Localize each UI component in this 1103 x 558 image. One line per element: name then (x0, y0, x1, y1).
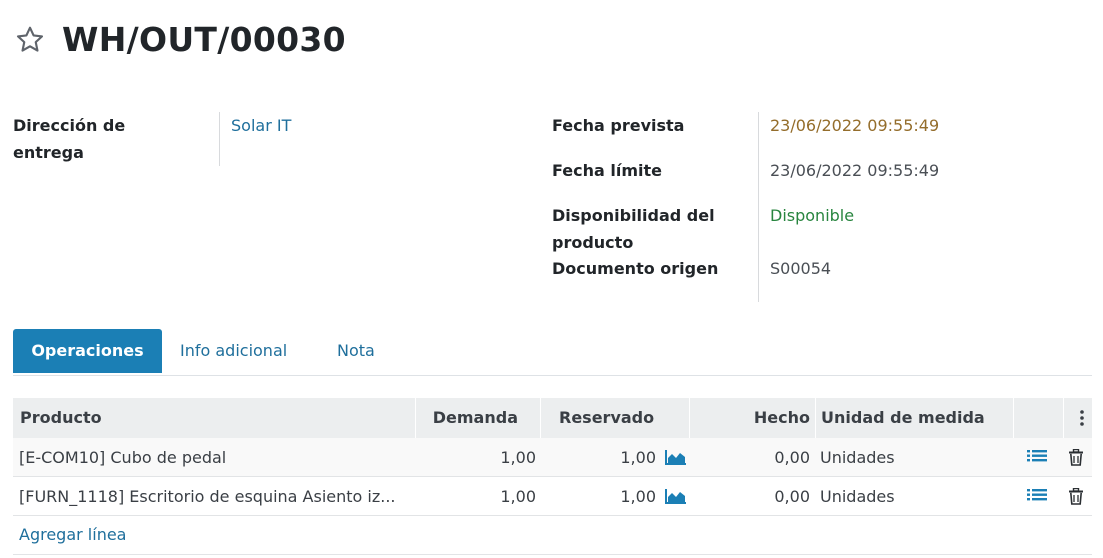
column-divider (1013, 398, 1014, 438)
demand-cell: 1,00 (500, 448, 536, 467)
column-divider (689, 398, 690, 438)
scheduled-date-value[interactable]: 23/06/2022 09:55:49 (770, 112, 939, 139)
delivery-address-link[interactable]: Solar IT (231, 112, 291, 139)
tab-operaciones[interactable]: Operaciones (13, 329, 162, 373)
column-header-reserved[interactable]: Reservado (559, 398, 654, 438)
table-row[interactable]: [FURN_1118] Escritorio de esquina Asient… (13, 477, 1092, 516)
column-divider (815, 398, 816, 438)
availability-label: Disponibilidad del producto (552, 206, 715, 252)
deadline-value: 23/06/2022 09:55:49 (770, 161, 940, 180)
column-header-demand[interactable]: Demanda (416, 398, 518, 438)
field-divider (219, 112, 220, 166)
notebook-tabs: Operaciones Info adicional Nota (13, 329, 1092, 376)
availability-value: Disponible (770, 206, 855, 225)
record-header: WH/OUT/00030 (13, 20, 346, 59)
source-document-value: S00054 (770, 259, 832, 278)
column-header-uom[interactable]: Unidad de medida (821, 398, 985, 438)
add-line-row: Agregar línea (13, 516, 1092, 555)
done-cell[interactable]: 0,00 (713, 438, 810, 476)
forecast-chart-icon[interactable] (665, 488, 687, 508)
star-outline-icon[interactable] (13, 23, 47, 57)
done-cell[interactable]: 0,00 (713, 477, 810, 515)
uom-cell: Unidades (820, 487, 895, 506)
scheduled-date-label: Fecha prevista (552, 116, 685, 135)
forecast-chart-icon[interactable] (665, 449, 687, 469)
product-cell: [E-COM10] Cubo de pedal (19, 448, 227, 467)
tab-nota[interactable]: Nota (337, 329, 375, 373)
page-title: WH/OUT/00030 (62, 20, 346, 59)
detailed-operations-list-icon[interactable] (1027, 449, 1047, 469)
deadline-label: Fecha límite (552, 161, 662, 180)
product-cell: [FURN_1118] Escritorio de esquina Asient… (19, 487, 396, 506)
field-divider (758, 112, 759, 302)
delivery-address-label: Dirección de entrega (13, 116, 126, 162)
source-document-label: Documento origen (552, 259, 719, 278)
column-divider (540, 398, 541, 438)
column-header-product[interactable]: Producto (20, 398, 102, 438)
demand-cell: 1,00 (500, 487, 536, 506)
column-divider (1063, 398, 1064, 438)
add-line-link[interactable]: Agregar línea (19, 516, 126, 554)
trash-icon[interactable] (1069, 487, 1083, 509)
tab-info-adicional[interactable]: Info adicional (180, 329, 287, 373)
trash-icon[interactable] (1069, 448, 1083, 470)
table-header: Producto Demanda Reservado Hecho Unidad … (13, 398, 1092, 438)
detailed-operations-list-icon[interactable] (1027, 488, 1047, 508)
table-row[interactable]: [E-COM10] Cubo de pedal 1,00 1,00 0,00 U… (13, 438, 1092, 477)
uom-cell: Unidades (820, 448, 895, 467)
kebab-menu-icon[interactable] (1079, 409, 1085, 431)
reserved-cell: 1,00 (620, 487, 656, 506)
reserved-cell: 1,00 (620, 448, 656, 467)
column-header-done[interactable]: Hecho (703, 398, 810, 438)
